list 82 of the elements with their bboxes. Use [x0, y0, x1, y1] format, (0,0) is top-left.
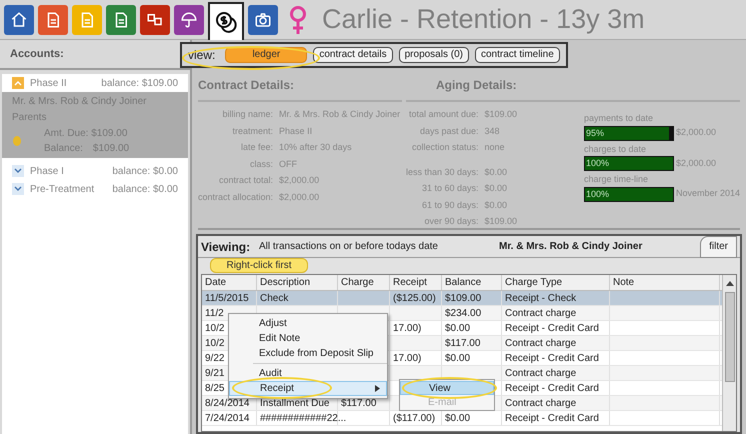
table-cell-text: $109.00 [445, 292, 482, 306]
table-cell-text: Receipt - Credit Card [505, 412, 599, 426]
table-cell-text: $0.00 [445, 412, 470, 426]
field-value: $2,000.00 [279, 174, 320, 187]
field-label: contract total: [218, 174, 274, 187]
table-cell-text: Contract charge [505, 336, 576, 350]
field-value: $0.00 [484, 198, 508, 212]
field-label: 31 to 60 days: [420, 182, 478, 195]
table-cell-text: ($117.00) [393, 412, 436, 426]
field-value: 348 [484, 124, 501, 138]
progress-label: payments to date [584, 112, 654, 125]
field-value: $2,000.00 [279, 190, 320, 204]
table-cell-text: ############22... [260, 412, 346, 426]
field-label: less than 30 days: [406, 166, 478, 179]
callout: Right-click first [210, 258, 308, 273]
progress-percent: 100% [586, 157, 609, 170]
field-label: total amount due: [408, 108, 478, 121]
table-cell-text: 9/22 [205, 352, 224, 366]
table-cell-text: $117.00 [445, 336, 480, 350]
progress-value: $2,000.00 [676, 126, 716, 140]
table-cell-text: 10/2 [205, 322, 224, 336]
table-cell-text: Contract charge [505, 366, 576, 380]
field-value: $0.00 [484, 166, 508, 178]
progress-percent: 100% [586, 188, 609, 200]
account-name: Phase I [30, 164, 65, 178]
table-cell-text: 9/21 [205, 366, 224, 380]
table-cell-text: Receipt - Credit Card [505, 352, 599, 366]
table-cell-text: $0.00 [445, 322, 470, 336]
table-cell-text: ($125.00) [393, 292, 436, 306]
table-cell-text: Installment Due [260, 396, 330, 410]
account-balance: balance: $109.00 [101, 76, 178, 90]
field-label: late fee: [240, 141, 274, 154]
progress-value: $2,000.00 [676, 156, 716, 170]
field-label: collection status: [410, 141, 478, 154]
table-cell-text: Check [260, 292, 288, 306]
table-cell-text: $117.00 [341, 396, 376, 410]
table-cell-text: $0.00 [445, 352, 470, 366]
table-cell-text: $234.00 [445, 306, 482, 320]
table-cell-text: 10/2 [205, 336, 224, 350]
field-label: 61 to 90 days: [420, 198, 478, 212]
field-label: class: [249, 158, 274, 170]
field-value: Mr. & Mrs. Rob & Cindy Joiner [279, 108, 402, 121]
view-label: view: [188, 47, 216, 64]
account-balance: balance: $0.00 [112, 182, 178, 196]
field-value: $0.00 [484, 182, 508, 195]
table-cell-text: 11/5/2015 [205, 292, 249, 306]
field-value: $109.00 [484, 108, 518, 121]
account-name: Phase II [30, 76, 68, 90]
account-balance: balance: $0.00 [112, 164, 178, 178]
table-cell-text: 8/24/2014 [205, 396, 250, 410]
field-label: days past due: [418, 124, 478, 138]
table-cell-text: 11/2 [205, 306, 224, 320]
field-label: contract allocation: [198, 190, 274, 204]
field-value: OFF [279, 158, 298, 170]
accounts-heading: Accounts: [10, 46, 64, 62]
viewing-label: Viewing: [201, 238, 252, 256]
field-label: billing name: [222, 108, 274, 121]
table-cell-text: Receipt - Credit Card [505, 382, 599, 396]
progress-value: November 2014 [676, 187, 740, 200]
table-cell-text: 17.00) [393, 352, 422, 366]
progress-label: charges to date [584, 142, 647, 156]
viewing-text: All transactions on or before todays date [259, 240, 439, 254]
field-value: $109.00 [484, 215, 518, 228]
table-cell-text: Receipt - Credit Card [505, 322, 599, 336]
progress-label: charge time-line [584, 173, 649, 186]
table-cell-text: Contract charge [505, 396, 576, 410]
field-label: over 90 days: [423, 215, 478, 228]
section-heading: Aging Details: [406, 70, 740, 102]
patient-title: Carlie - Retention - 13y 3m [322, 3, 645, 36]
account-name: Mr. & Mrs. Rob & Cindy Joiner [499, 240, 644, 254]
table-cell-text: Contract charge [505, 306, 576, 320]
progress-percent: 95% [586, 126, 604, 140]
section-heading: Contract Details: [198, 70, 402, 102]
field-label: treatment: [232, 124, 274, 138]
table-cell-text: 7/24/2014 [205, 412, 250, 426]
field-value: 10% after 30 days [279, 141, 353, 154]
table-cell-text: 17.00) [393, 322, 422, 336]
table-cell-text: Receipt - Check [505, 292, 576, 306]
account-name: Pre-Treatment [30, 182, 96, 196]
table-cell-text: 8/25 [205, 382, 224, 396]
field-value: Phase II [279, 124, 314, 138]
field-value: none [484, 141, 506, 154]
